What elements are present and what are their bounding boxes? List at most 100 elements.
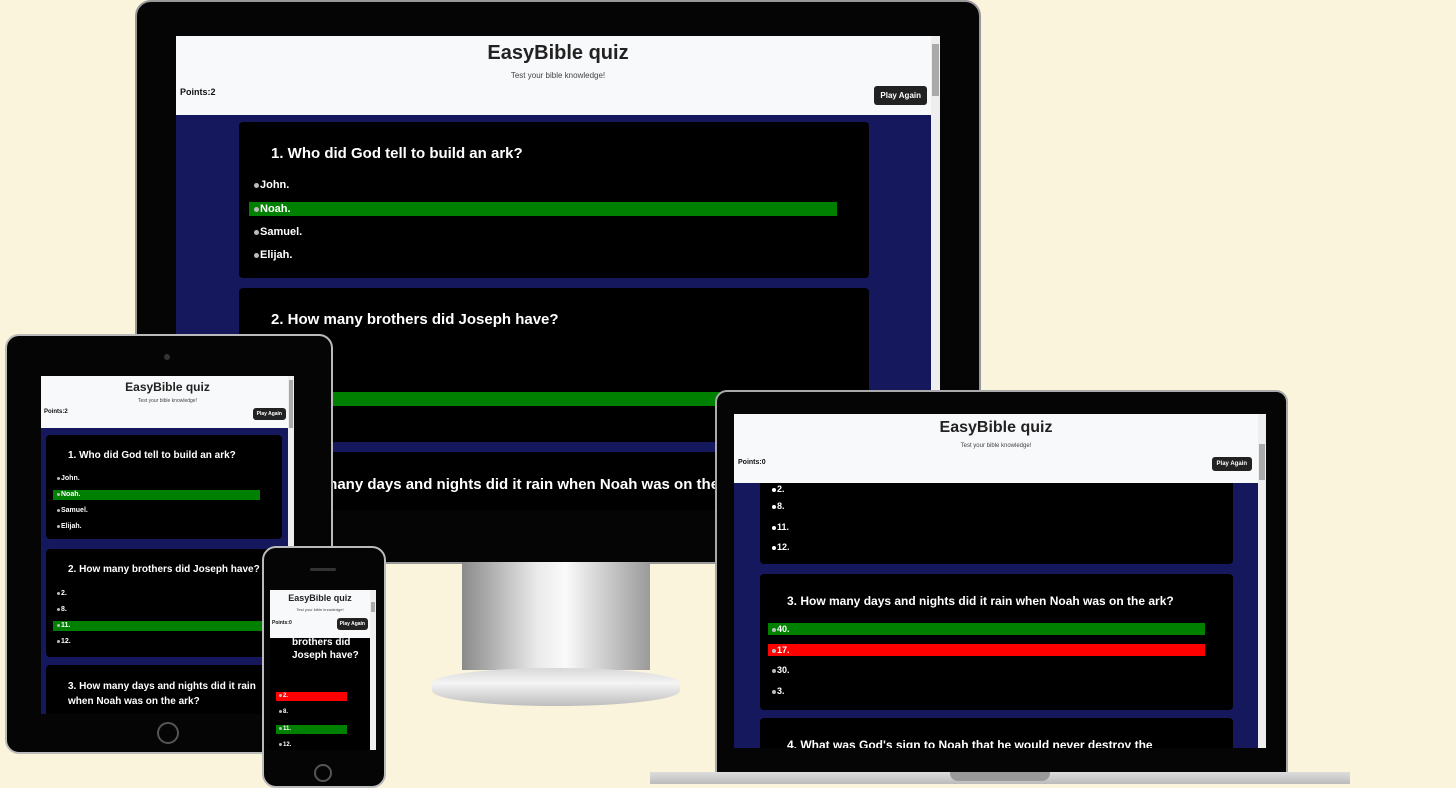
points-display: Points:0 [738,459,766,466]
answer-option[interactable]: 12. [279,742,291,748]
bullet-icon [57,591,60,595]
answer-option-correct[interactable]: 11. [53,621,282,631]
play-again-button[interactable]: Play Again [874,86,927,105]
bullet-icon [57,623,60,627]
question-3-text: 3. How many days and nights did it rain … [787,594,1174,608]
scrollbar-thumb[interactable] [371,602,375,612]
question-3-text: many days and nights did it rain when No… [324,476,720,493]
tablet-camera-icon [164,354,170,360]
question-card-2: brothers did Joseph have? 2. 8. 11. 12. [270,630,370,750]
bullet-icon [279,742,282,746]
phone-speaker [310,568,336,571]
question-4-text: 4. What was God's sign to Noah that he w… [787,738,1153,748]
quiz-title: EasyBible quiz [288,593,352,603]
answer-option[interactable]: 8. [772,501,785,511]
points-display: Points:2 [180,87,216,97]
bullet-icon [279,709,282,713]
tablet-header: EasyBible quiz Test your bible knowledge… [41,376,294,428]
bullet-icon [254,182,259,188]
quiz-title: EasyBible quiz [939,419,1053,436]
answer-option[interactable]: 3. [772,686,785,696]
scrollbar-thumb[interactable] [1259,444,1265,480]
answer-option[interactable]: 8. [57,606,67,613]
points-display: Points:0 [272,620,292,626]
bullet-icon [772,525,776,530]
answer-option[interactable]: Elijah. [254,249,292,261]
answer-option-correct[interactable]: Noah. [53,490,260,500]
monitor-stand-neck [462,562,650,670]
phone-home-button[interactable] [314,764,332,782]
question-1-text: 1. Who did God tell to build an ark? [271,145,523,162]
play-again-button[interactable]: Play Again [336,618,368,630]
bullet-icon [279,726,282,730]
phone-screen: brothers did Joseph have? 2. 8. 11. 12. … [270,590,376,750]
answer-option[interactable]: 2. [57,590,67,597]
scrollbar-thumb[interactable] [289,380,293,428]
laptop-hinge-notch [950,772,1050,781]
answer-option[interactable]: 11. [772,522,789,532]
bullet-icon [57,476,60,480]
answer-option[interactable]: 2. [772,484,785,494]
answer-option[interactable]: John. [57,475,80,482]
answer-option[interactable]: Samuel. [57,507,88,514]
question-card-2: 2. How many brothers did Joseph have? 2.… [46,549,282,657]
bullet-icon [254,229,259,235]
answer-option-wrong[interactable]: 17. [768,644,1205,656]
bullet-icon [254,252,259,258]
answer-option-correct[interactable]: 11. [276,725,347,734]
desktop-header: EasyBible quiz Test your bible knowledge… [176,36,940,115]
question-card-4: 4. What was God's sign to Noah that he w… [760,718,1233,748]
answer-option-correct[interactable]: Noah. [249,202,837,216]
bullet-icon [57,639,60,643]
bullet-icon [772,627,776,632]
laptop-scrollbar[interactable] [1258,414,1266,748]
points-display: Points:2 [44,409,68,415]
question-2-text: 2. How many brothers did Joseph have? [271,311,559,328]
scrollbar-thumb[interactable] [932,44,939,96]
bullet-icon [57,607,60,611]
answer-option[interactable]: 8. [279,709,288,715]
phone-header: EasyBible quiz Test your bible knowledge… [270,590,370,638]
monitor-stand-base [432,668,680,706]
quiz-subtitle: Test your bible knowledge! [510,71,606,80]
answer-option[interactable]: Elijah. [57,523,82,530]
laptop-header: EasyBible quiz Test your bible knowledge… [734,414,1258,483]
question-3-text: 3. How many days and nights did it rain … [68,681,256,707]
question-2-text: 2. How many brothers did Joseph have? [68,564,260,575]
tablet-screen: EasyBible quiz Test your bible knowledge… [41,376,294,714]
bullet-icon [254,206,259,212]
answer-option[interactable]: 12. [772,542,790,552]
question-card-3: 3. How many days and nights did it rain … [46,665,282,714]
bullet-icon [772,545,776,550]
play-again-button[interactable]: Play Again [252,408,286,420]
quiz-subtitle: Test your bible knowledge! [296,607,344,612]
phone-scrollbar[interactable] [370,590,376,750]
bullet-icon [57,492,60,496]
question-card-1: 1. Who did God tell to build an ark? Joh… [239,122,869,278]
answer-option[interactable]: 12. [57,638,71,645]
quiz-title: EasyBible quiz [487,42,629,64]
bullet-icon [772,504,776,509]
question-2-text: brothers did Joseph have? [292,637,359,661]
question-card-3: 3. How many days and nights did it rain … [760,574,1233,710]
tablet-home-button[interactable] [157,722,179,744]
laptop-screen: 2. 8. 11. 12. 3. How many days and night… [734,414,1266,748]
answer-option-correct[interactable]: 40. [768,623,1205,635]
quiz-subtitle: Test your bible knowledge! [960,443,1032,449]
quiz-title: EasyBible quiz [125,380,210,394]
answer-option[interactable]: John. [254,179,289,191]
answer-option[interactable]: Samuel. [254,226,302,238]
bullet-icon [772,648,776,653]
question-card-1: 1. Who did God tell to build an ark? Joh… [46,435,282,539]
quiz-subtitle: Test your bible knowledge! [138,398,197,404]
bullet-icon [57,508,60,512]
answer-option[interactable]: 30. [772,665,790,675]
bullet-icon [772,487,776,492]
question-1-text: 1. Who did God tell to build an ark? [68,450,236,461]
bullet-icon [57,524,60,528]
answer-option-wrong[interactable]: 2. [276,692,347,701]
bullet-icon [279,693,282,697]
play-again-button[interactable]: Play Again [1211,457,1252,471]
bullet-icon [772,668,776,673]
bullet-icon [772,689,776,694]
